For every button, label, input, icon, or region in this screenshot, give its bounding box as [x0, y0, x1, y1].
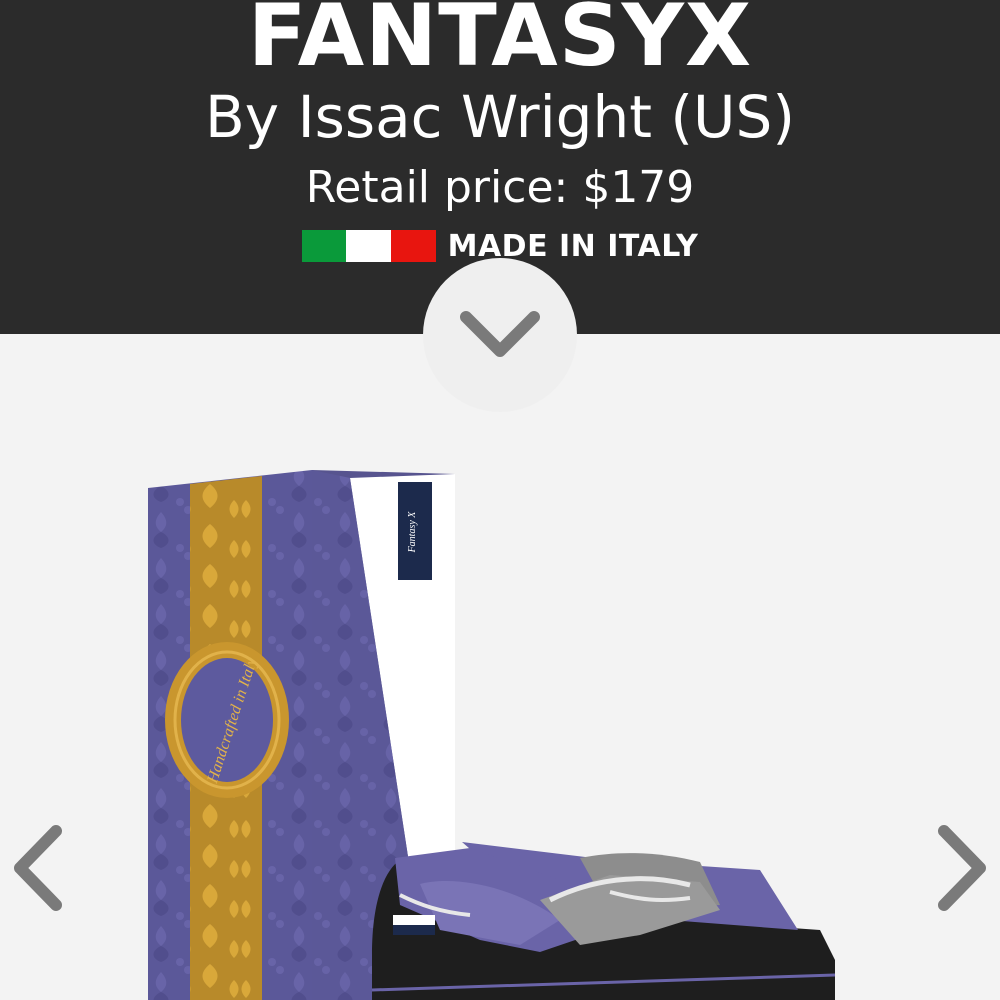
designer-byline: By Issac Wright (US): [205, 83, 795, 151]
product-title: FANTASYX: [247, 0, 753, 86]
previous-image-button[interactable]: [0, 818, 80, 918]
product-image: Handcrafted in Italy Fantasy X: [148, 470, 836, 1000]
chevron-down-icon: [460, 311, 540, 357]
italy-flag-icon: [301, 230, 436, 262]
shoe: [371, 842, 836, 1000]
retail-price: Retail price: $179: [305, 162, 695, 213]
chevron-right-icon: [938, 825, 986, 911]
next-image-button[interactable]: [920, 818, 1000, 918]
box-label-text: Fantasy X: [407, 511, 418, 554]
chevron-left-icon: [14, 825, 62, 911]
scroll-down-button[interactable]: [423, 258, 577, 412]
